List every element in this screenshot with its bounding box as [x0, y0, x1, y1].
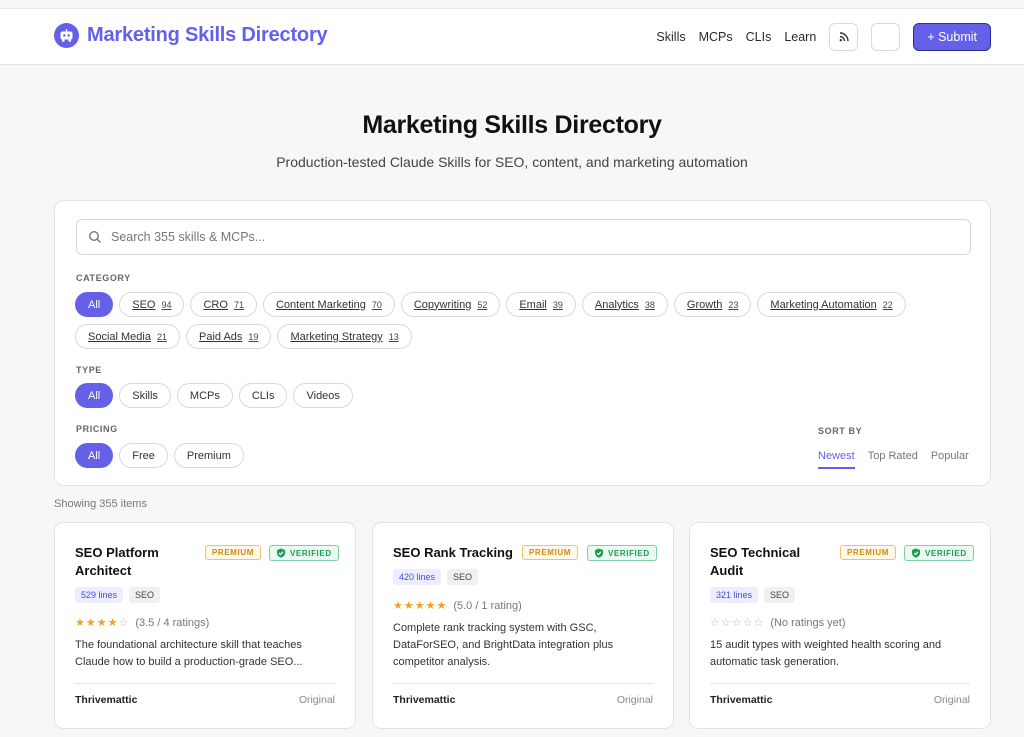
category-pills: All SEO 94 CRO 71 Content Marketing 70 Copy…: [75, 292, 975, 356]
card-title: SEO Platform Architect: [75, 545, 159, 578]
card-rating: ★★★★★ (5.0 / 1 rating): [393, 599, 522, 613]
pricing-pill-premium[interactable]: Premium: [173, 443, 244, 468]
sort-top-rated[interactable]: Top Rated: [868, 450, 918, 469]
premium-badge: PREMIUM: [205, 545, 261, 560]
category-pill-growth[interactable]: Growth 23: [673, 292, 752, 317]
star-rating-icon: ★★★★☆: [75, 617, 130, 629]
page-title: Marketing Skills Directory: [362, 111, 662, 139]
theme-toggle-button[interactable]: [871, 23, 901, 51]
nav-clis[interactable]: CLIs: [746, 30, 772, 44]
verified-badge: VERIFIED: [587, 545, 657, 561]
lines-tag: 321 lines: [710, 587, 759, 603]
type-pill-videos[interactable]: Videos: [293, 383, 353, 408]
category-pill-analytics[interactable]: Analytics 38: [581, 292, 668, 317]
sort-popular[interactable]: Popular: [931, 450, 969, 469]
nav-mcps[interactable]: MCPs: [699, 30, 733, 44]
skill-card[interactable]: SEO Technical Audit PREMIUM VERIFIED 321…: [689, 522, 991, 729]
category-pill-content-marketing[interactable]: Content Marketing 70: [262, 292, 395, 317]
shield-check-icon: [595, 548, 603, 558]
card-title: SEO Technical Audit: [710, 545, 801, 578]
premium-badge: PREMIUM: [522, 545, 578, 560]
search-box[interactable]: [76, 219, 971, 255]
search-icon: [88, 230, 101, 243]
nav-learn[interactable]: Learn: [784, 30, 816, 44]
card-origin: Original: [616, 694, 653, 706]
rss-button[interactable]: [829, 23, 859, 51]
card-tags: 529 lines SEO: [75, 587, 166, 603]
category-tag: SEO: [129, 587, 161, 603]
category-pill-marketing-strategy[interactable]: Marketing Strategy 13: [277, 324, 412, 349]
category-pill-cro[interactable]: CRO 71: [190, 292, 257, 317]
category-pill-marketing-automation[interactable]: Marketing Automation 22: [757, 292, 906, 317]
card-rating: ☆☆☆☆☆ (No ratings yet): [710, 616, 846, 630]
type-pills: All Skills MCPs CLIs Videos: [75, 383, 359, 415]
skill-card[interactable]: SEO Rank Tracking PREMIUM VERIFIED 420 l…: [372, 522, 674, 729]
brand-title: Marketing Skills Directory: [87, 24, 328, 46]
card-divider: [75, 683, 335, 684]
search-input[interactable]: [111, 230, 951, 244]
premium-badge: PREMIUM: [840, 545, 896, 560]
page-subtitle: Production-tested Claude Skills for SEO,…: [276, 154, 748, 170]
rating-text: (3.5 / 4 ratings): [135, 616, 210, 629]
shield-check-icon: [277, 548, 285, 558]
main-nav: Skills MCPs CLIs Learn + Submit: [656, 22, 991, 52]
pricing-label: PRICING: [76, 424, 118, 434]
sort-label: SORT BY: [818, 426, 863, 436]
lines-tag: 529 lines: [75, 587, 124, 603]
verified-badge: VERIFIED: [269, 545, 339, 561]
robot-logo-icon: [54, 23, 79, 48]
card-author[interactable]: Thrivemattic: [710, 694, 772, 706]
shield-check-icon: [912, 548, 920, 558]
category-pill-email[interactable]: Email 39: [506, 292, 576, 317]
category-tag: SEO: [764, 587, 796, 603]
results-count: Showing 355 items: [54, 498, 147, 510]
rating-text: (5.0 / 1 rating): [453, 599, 522, 612]
card-origin: Original: [933, 694, 970, 706]
card-description: 15 audit types with weighted health scor…: [710, 639, 942, 668]
rss-icon: [839, 32, 849, 42]
card-description: The foundational architecture skill that…: [75, 639, 303, 668]
star-rating-icon: ☆☆☆☆☆: [710, 617, 765, 629]
star-rating-icon: ★★★★★: [393, 600, 448, 612]
type-pill-skills[interactable]: Skills: [119, 383, 171, 408]
type-pill-clis[interactable]: CLIs: [238, 383, 288, 408]
card-divider: [393, 683, 653, 684]
category-pill-all[interactable]: All: [75, 292, 114, 317]
rating-text: (No ratings yet): [770, 616, 846, 629]
category-pill-copywriting[interactable]: Copywriting 52: [400, 292, 501, 317]
card-author[interactable]: Thrivemattic: [75, 694, 137, 706]
category-pill-paid-ads[interactable]: Paid Ads 19: [186, 324, 272, 349]
lines-tag: 420 lines: [393, 569, 442, 585]
verified-badge: VERIFIED: [904, 545, 974, 561]
card-rating: ★★★★☆ (3.5 / 4 ratings): [75, 616, 210, 630]
card-description: Complete rank tracking system with GSC, …: [393, 622, 614, 668]
category-pill-seo[interactable]: SEO 94: [119, 292, 185, 317]
card-tags: 321 lines SEO: [710, 587, 801, 603]
card-title: SEO Rank Tracking: [393, 545, 513, 560]
card-origin: Original: [298, 694, 335, 706]
type-pill-mcps[interactable]: MCPs: [176, 383, 233, 408]
category-pill-social-media[interactable]: Social Media 21: [75, 324, 180, 349]
filter-panel: CATEGORY All SEO94 CRO71 Content Marketi…: [54, 200, 991, 486]
pricing-pill-free[interactable]: Free: [119, 443, 168, 468]
type-label: TYPE: [76, 365, 102, 375]
card-tags: 420 lines SEO: [393, 569, 484, 585]
site-header: Marketing Skills Directory Skills MCPs C…: [0, 8, 1024, 65]
category-tag: SEO: [447, 569, 479, 585]
nav-skills[interactable]: Skills: [656, 30, 685, 44]
moon-icon: [883, 32, 889, 42]
category-label: CATEGORY: [76, 273, 131, 283]
submit-button[interactable]: + Submit: [913, 23, 991, 51]
card-divider: [710, 683, 970, 684]
sort-options: Newest Top Rated Popular: [818, 450, 982, 469]
pricing-pills: All Free Premium: [75, 443, 250, 475]
sort-newest[interactable]: Newest: [818, 450, 855, 469]
skill-card[interactable]: SEO Platform Architect PREMIUM VERIFIED …: [54, 522, 356, 729]
pricing-pill-all[interactable]: All: [75, 443, 114, 468]
brand[interactable]: Marketing Skills Directory: [54, 23, 328, 48]
card-author[interactable]: Thrivemattic: [393, 694, 455, 706]
type-pill-all[interactable]: All: [75, 383, 114, 408]
top-spacer: [0, 0, 1024, 8]
